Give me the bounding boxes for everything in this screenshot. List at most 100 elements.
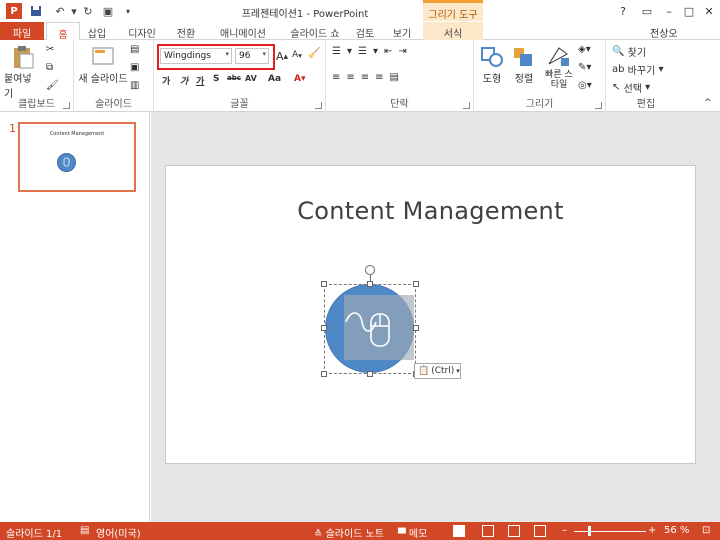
shape-outline-icon[interactable]: ✎▾ <box>578 62 591 73</box>
resize-handle-e[interactable] <box>413 325 419 331</box>
tab-file[interactable]: 파일 <box>0 22 44 40</box>
grow-font-icon[interactable]: A ▴ <box>276 50 288 63</box>
tab-design[interactable]: 디자인 <box>122 22 162 40</box>
tab-insert[interactable]: 삽입 <box>82 22 112 40</box>
shape-effects-icon[interactable]: ◎▾ <box>578 80 592 91</box>
character-spacing-button[interactable]: AV <box>245 74 257 83</box>
notes-button[interactable]: ≙ 슬라이드 노트 <box>314 525 384 540</box>
shapes-icon <box>481 47 503 67</box>
close-button[interactable]: ✕ <box>698 2 720 20</box>
section-icon[interactable]: ▥ <box>130 80 139 91</box>
resize-handle-sw[interactable] <box>321 371 327 377</box>
resize-handle-ne[interactable] <box>413 281 419 287</box>
resize-handle-s[interactable] <box>367 371 373 377</box>
language[interactable]: 영어(미국) <box>96 525 141 540</box>
copy-icon[interactable]: ⧉ <box>46 62 53 73</box>
shapes-button[interactable]: 도형 <box>478 44 506 85</box>
new-slide-button[interactable]: 새 슬라이드 <box>78 44 128 85</box>
arrange-button[interactable]: 정렬 <box>510 44 538 85</box>
fit-to-window-icon[interactable]: ⊡ <box>702 525 710 536</box>
spell-check-icon[interactable]: ▤ <box>80 525 89 536</box>
font-launcher-icon[interactable] <box>315 102 322 109</box>
select-button[interactable]: ↖ 선택 ▾ <box>612 80 650 95</box>
format-painter-icon[interactable]: 🖌 <box>46 80 59 91</box>
slide-count: 슬라이드 1/1 <box>6 529 63 540</box>
paste-options-icon: 📋 <box>418 366 430 376</box>
select-icon: ↖ <box>612 82 621 93</box>
reset-icon[interactable]: ▣ <box>130 62 139 73</box>
user-name[interactable]: 전상오 <box>650 25 678 40</box>
bold-button[interactable]: 가 <box>162 74 170 87</box>
arrange-icon <box>514 48 532 66</box>
tab-slideshow[interactable]: 슬라이드 쇼 <box>282 22 348 40</box>
shadow-button[interactable]: S <box>213 74 219 84</box>
slide-number: 1 <box>9 122 16 135</box>
tab-view[interactable]: 보기 <box>384 22 420 40</box>
drawing-tools-header: 그리기 도구 <box>423 0 483 21</box>
replace-icon: ab <box>612 64 625 75</box>
slides-group: 새 슬라이드 ▤ ▣ ▥ 슬라이드 <box>74 40 154 112</box>
shrink-font-icon[interactable]: A ▾ <box>292 50 302 60</box>
zoom-level[interactable]: 56 % <box>664 525 689 536</box>
save-icon[interactable] <box>28 3 44 19</box>
tab-review[interactable]: 검토 <box>348 22 382 40</box>
slide-thumbnail[interactable]: Content Management <box>18 122 136 192</box>
shapes-label: 도형 <box>482 74 502 85</box>
comments-button[interactable]: ▀ 메모 <box>398 525 427 540</box>
resize-handle-nw[interactable] <box>321 281 327 287</box>
paste-button[interactable]: 붙여넣기 <box>4 44 40 100</box>
normal-view-icon[interactable] <box>453 525 465 537</box>
thumbnail-circle-shape <box>57 153 76 172</box>
help-icon[interactable]: ? <box>612 2 634 20</box>
customize-qat-icon[interactable]: ▾ <box>120 3 136 19</box>
zoom-in-icon[interactable]: + <box>648 525 656 536</box>
italic-button[interactable]: 가 <box>180 74 188 87</box>
tab-home[interactable]: 홈 <box>46 22 80 41</box>
collapse-ribbon-icon[interactable]: ^ <box>704 98 712 108</box>
rotate-handle-icon[interactable] <box>365 265 375 275</box>
ribbon: 붙여넣기 ✂ ⧉ 🖌 클립보드 새 슬라이드 ▤ ▣ ▥ 슬라이드 글꼴 ☰▾☰… <box>0 40 720 112</box>
redo-icon[interactable]: ↻ <box>80 3 96 19</box>
start-from-beginning-icon[interactable]: ▣ <box>100 3 116 19</box>
reading-view-icon[interactable] <box>508 525 520 537</box>
zoom-out-icon[interactable]: – <box>562 525 567 536</box>
ribbon-display-options-icon[interactable]: ▭ <box>636 2 658 20</box>
shape-fill-icon[interactable]: ◈▾ <box>578 44 591 55</box>
font-color-icon[interactable]: A▾ <box>294 74 305 84</box>
cut-icon[interactable]: ✂ <box>46 44 54 55</box>
drawing-group-label: 그리기 <box>525 99 554 110</box>
slide-canvas[interactable]: Content Management <box>165 165 696 464</box>
resize-handle-n[interactable] <box>367 281 373 287</box>
change-case-button[interactable]: Aa <box>268 74 281 84</box>
slideshow-view-icon[interactable] <box>534 525 546 537</box>
strikethrough-button[interactable]: abc <box>227 74 241 82</box>
tab-animations[interactable]: 애니메이션 <box>208 22 278 40</box>
selection-frame <box>324 284 416 374</box>
quick-styles-button[interactable]: 빠른 스타일 <box>542 44 576 90</box>
align-icons[interactable]: ≡≡≡≡▤ <box>332 72 405 83</box>
clipboard-launcher-icon[interactable] <box>63 102 70 109</box>
replace-button[interactable]: ab 바꾸기 ▾ <box>612 62 663 77</box>
zoom-slider[interactable] <box>574 531 646 532</box>
maximize-button[interactable]: □ <box>678 2 700 20</box>
find-button[interactable]: 🔍 찾기 <box>612 44 646 59</box>
powerpoint-app-icon[interactable]: P <box>6 3 22 19</box>
tab-transitions[interactable]: 전환 <box>170 22 202 40</box>
underline-button[interactable]: 가 <box>196 74 204 87</box>
clear-formatting-icon[interactable]: 🧹 <box>308 48 320 59</box>
paragraph-group: ☰▾☰▾⇤⇥ ≡≡≡≡▤ 단락 <box>326 40 474 112</box>
resize-handle-w[interactable] <box>321 325 327 331</box>
select-label: 선택 <box>623 84 642 95</box>
paste-options-button[interactable]: 📋 (Ctrl) ▾ <box>414 363 461 379</box>
tab-format[interactable]: 서식 <box>423 22 483 40</box>
clipboard-group: 붙여넣기 ✂ ⧉ 🖌 클립보드 <box>0 40 74 112</box>
minimize-button[interactable]: – <box>658 2 680 20</box>
drawing-launcher-icon[interactable] <box>595 102 602 109</box>
replace-label: 바꾸기 <box>627 66 656 77</box>
slide-sorter-icon[interactable] <box>482 525 494 537</box>
zoom-slider-thumb[interactable] <box>588 526 591 536</box>
slide-title[interactable]: Content Management <box>166 197 695 225</box>
paragraph-launcher-icon[interactable] <box>463 102 470 109</box>
layout-icon[interactable]: ▤ <box>130 44 139 55</box>
bullets-icon[interactable]: ☰▾☰▾⇤⇥ <box>332 46 413 57</box>
